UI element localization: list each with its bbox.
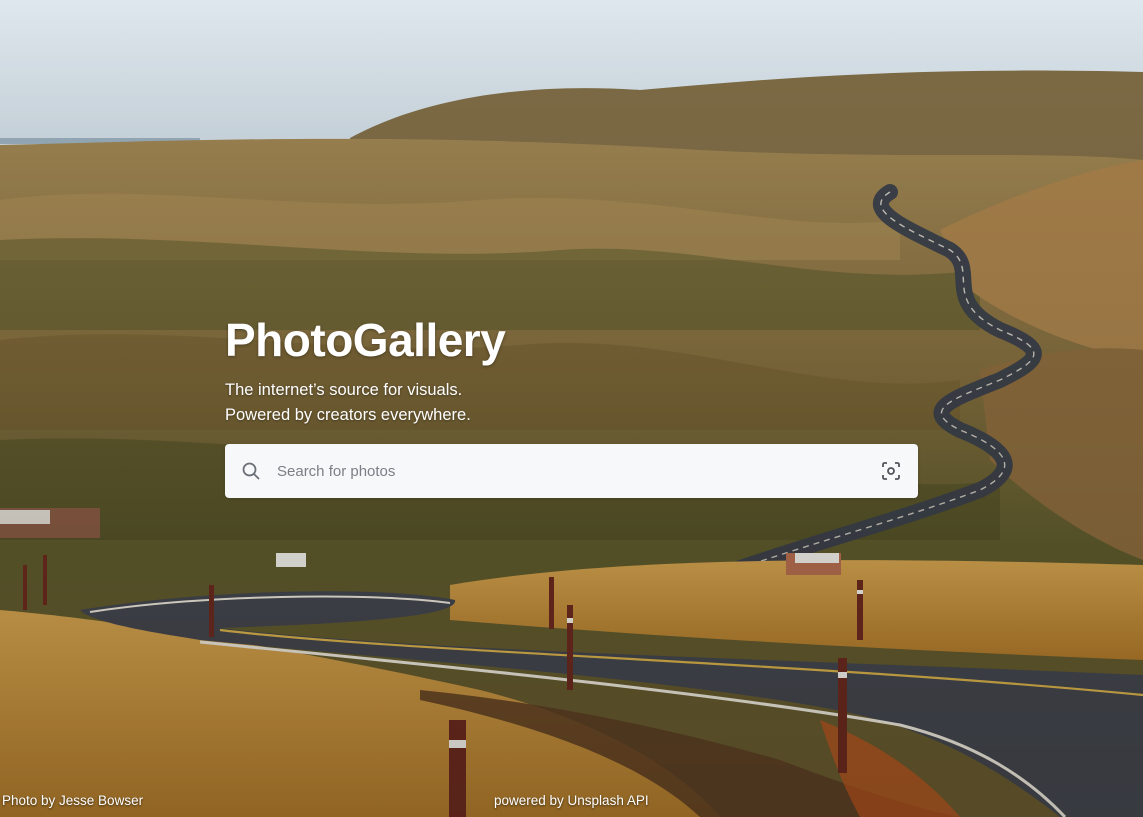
hero-content: PhotoGallery The internet’s source for v… bbox=[225, 312, 918, 498]
tagline-line-1: The internet’s source for visuals. bbox=[225, 381, 463, 399]
photo-credit-link[interactable]: Photo by Jesse Bowser bbox=[2, 793, 143, 808]
hero-section: PhotoGallery The internet’s source for v… bbox=[0, 0, 1143, 817]
tagline-line-2: Powered by creators everywhere. bbox=[225, 406, 471, 424]
api-credit-link[interactable]: powered by Unsplash API bbox=[494, 793, 649, 808]
page-title: PhotoGallery bbox=[225, 314, 506, 366]
tagline: The internet’s source for visuals. Power… bbox=[225, 378, 918, 428]
search-bar[interactable] bbox=[225, 444, 918, 498]
search-icon[interactable] bbox=[241, 461, 261, 481]
visual-search-icon[interactable] bbox=[880, 460, 902, 482]
search-input[interactable] bbox=[275, 450, 880, 492]
